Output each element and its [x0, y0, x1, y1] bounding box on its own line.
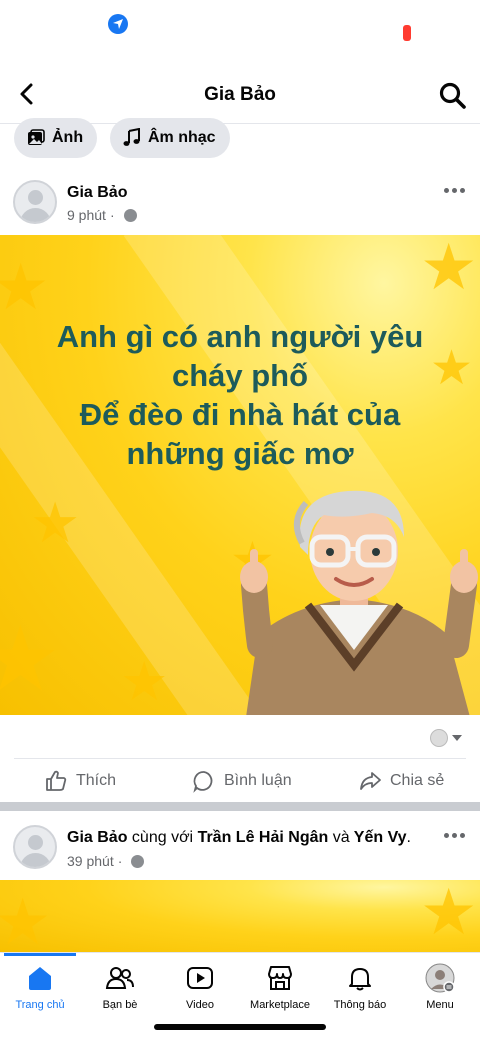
nav-marketplace[interactable]: Marketplace [240, 963, 320, 1019]
thumbs-up-icon [46, 770, 67, 791]
quote-line: Để đèo đi nhà hát của [79, 397, 401, 432]
period-text: . [406, 829, 411, 846]
with-text: cùng với [131, 829, 194, 846]
chevron-down-icon[interactable] [452, 735, 462, 741]
post-actions: Thích Bình luận Chia sẻ [14, 758, 466, 802]
nav-label: Thông báo [333, 999, 387, 1011]
nav-label: Bạn bè [102, 999, 138, 1011]
like-label: Thích [76, 772, 117, 789]
video-icon [185, 963, 215, 993]
post-image[interactable]: ★ ★ ★ ★ ★ ★ ★ Anh gì có anh người yêu ch… [0, 235, 480, 715]
avatar[interactable] [13, 825, 57, 869]
post-meta: 39 phút · [67, 853, 145, 869]
home-icon [25, 963, 55, 993]
nav-notifications[interactable]: Thông báo [320, 963, 400, 1019]
post-options-button[interactable] [444, 188, 466, 196]
nav-home[interactable]: Trang chủ [0, 963, 80, 1019]
marketplace-icon [265, 963, 295, 993]
globe-icon [131, 854, 145, 868]
like-button[interactable]: Thích [44, 767, 116, 795]
post-meta: 9 phút · [67, 207, 137, 223]
decor-star: ★ [0, 610, 61, 710]
post-image[interactable]: ★ ★ [0, 880, 480, 952]
share-label: Chia sẻ [390, 772, 445, 789]
search-icon [439, 82, 466, 109]
post-header: Gia Bảo 9 phút · [0, 170, 480, 240]
post-author-line: Gia Bảo cùng với Trần Lê Hải Ngân và Yến… [67, 829, 411, 847]
post-author[interactable]: Gia Bảo [67, 184, 127, 202]
globe-icon [123, 208, 137, 222]
avatar[interactable] [13, 180, 57, 224]
music-note-icon [122, 128, 142, 148]
share-arrow-icon [360, 772, 381, 790]
and-text: và [332, 829, 350, 846]
decor-star: ★ [0, 886, 52, 952]
page-title: Gia Bảo [204, 84, 276, 105]
battery-indicator-icon [403, 25, 411, 41]
photo-icon [26, 128, 46, 148]
reaction-viewer-avatar[interactable] [430, 729, 448, 747]
post-options-button[interactable] [444, 833, 466, 841]
nav-friends[interactable]: Bạn bè [80, 963, 160, 1019]
post-time: 39 phút [67, 853, 114, 869]
share-button[interactable]: Chia sẻ [358, 767, 444, 795]
decor-star: ★ [120, 652, 169, 712]
home-indicator [154, 1024, 326, 1030]
chip-label: Âm nhạc [148, 129, 216, 146]
search-button[interactable] [438, 81, 468, 111]
post-header: Gia Bảo cùng với Trần Lê Hải Ngân và Yến… [0, 815, 480, 885]
tagged-person[interactable]: Yến Vy [354, 829, 407, 846]
nav-label: Menu [426, 999, 454, 1011]
top-header: Gia Bảo [0, 64, 480, 124]
bell-icon [345, 963, 375, 993]
quote-line: cháy phố [171, 358, 309, 393]
profile-avatar [425, 963, 455, 993]
comment-bubble-icon [193, 771, 213, 793]
avatar-character-illustration [240, 490, 478, 715]
meta-separator: · [117, 853, 123, 869]
chip-label: Ảnh [52, 129, 84, 146]
nav-video[interactable]: Video [160, 963, 240, 1019]
decor-star: ★ [30, 491, 81, 554]
nav-label: Video [186, 999, 214, 1011]
reaction-row [0, 720, 480, 756]
post-author[interactable]: Gia Bảo [67, 829, 127, 846]
status-bar [0, 0, 480, 60]
image-quote: Anh gì có anh người yêu cháy phố Để đèo … [0, 317, 480, 473]
friends-icon [105, 963, 135, 993]
meta-separator: · [109, 207, 115, 223]
nav-menu[interactable]: Menu [400, 963, 480, 1019]
quote-line: Anh gì có anh người yêu [56, 319, 424, 354]
decor-star: ★ [0, 251, 50, 323]
nav-label: Marketplace [250, 999, 310, 1011]
chip-music[interactable]: Âm nhạc [110, 118, 230, 158]
nav-label: Trang chủ [15, 999, 65, 1011]
comment-label: Bình luận [224, 772, 292, 789]
chip-photos[interactable]: Ảnh [14, 118, 98, 158]
location-arrow-icon [108, 14, 128, 34]
decor-star: ★ [420, 235, 478, 303]
filter-chips: Ảnh Âm nhạc [0, 118, 480, 158]
post-divider [0, 802, 480, 811]
comment-button[interactable]: Bình luận [192, 767, 292, 795]
quote-line: những giấc mơ [126, 436, 354, 471]
post-time: 9 phút [67, 207, 106, 223]
decor-star: ★ [420, 880, 478, 948]
active-tab-indicator [4, 953, 76, 956]
tagged-person[interactable]: Trần Lê Hải Ngân [198, 829, 329, 846]
